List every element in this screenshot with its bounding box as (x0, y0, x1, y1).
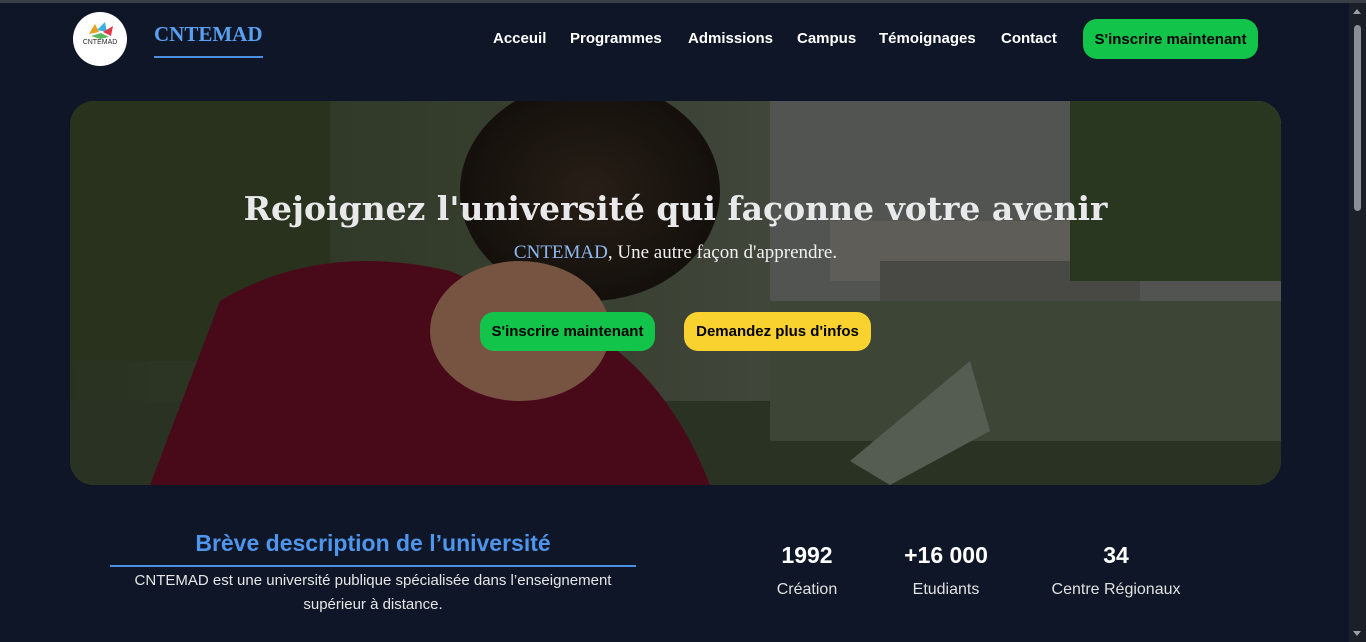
page-scrollbar[interactable] (1349, 3, 1366, 642)
about-description: CNTEMAD est une université publique spéc… (134, 572, 612, 613)
nav-acceuil[interactable]: Acceuil (493, 30, 546, 47)
window-top-border (0, 0, 1366, 3)
nav-temoignages[interactable]: Témoignages (879, 30, 976, 47)
nav-programmes[interactable]: Programmes (570, 30, 662, 47)
university-logo[interactable]: CNTEMAD (73, 12, 127, 66)
stat-centers-label: Centre Régionaux (1051, 581, 1181, 598)
header-signup-button[interactable]: S'inscrire maintenant (1083, 19, 1258, 59)
scroll-down-arrow-icon[interactable] (1353, 631, 1361, 636)
hero-title: Rejoignez l'université qui façonne votre… (243, 189, 1108, 228)
hero-subtitle: CNTEMAD, Une autre façon d'apprendre. (70, 242, 1281, 264)
stat-creation-value: 1992 (781, 542, 833, 568)
nav-campus[interactable]: Campus (797, 30, 856, 47)
hero-banner: Rejoignez l'université qui façonne votre… (70, 101, 1281, 485)
hero-signup-button[interactable]: S'inscrire maintenant (480, 312, 655, 351)
brand-name[interactable]: CNTEMAD (154, 22, 263, 58)
scrollbar-thumb[interactable] (1354, 25, 1361, 211)
nav-contact[interactable]: Contact (1001, 30, 1057, 47)
hero-subtitle-text: , Une autre façon d'apprendre. (607, 242, 838, 263)
stat-creation-label: Création (776, 581, 838, 598)
nav-admissions[interactable]: Admissions (688, 30, 773, 47)
scroll-up-arrow-icon[interactable] (1353, 9, 1361, 14)
hero-background-image (70, 101, 1281, 485)
stat-students-label: Etudiants (912, 581, 980, 598)
about-title-underline (110, 565, 636, 567)
hero-info-button[interactable]: Demandez plus d'infos (684, 312, 871, 351)
about-title: Brève description de l’université (195, 530, 551, 556)
stat-centers-value: 34 (1103, 542, 1129, 568)
logo-caption: CNTEMAD (82, 39, 118, 46)
stat-students-value: +16 000 (904, 542, 988, 568)
hero-subtitle-brand[interactable]: CNTEMAD (514, 242, 608, 263)
